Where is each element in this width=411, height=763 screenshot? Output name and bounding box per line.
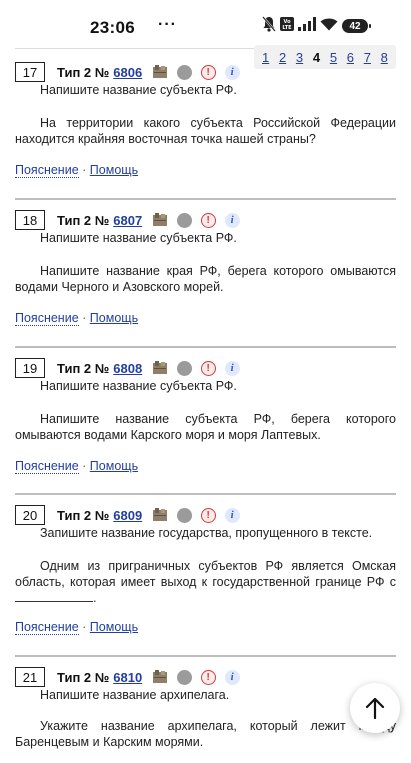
status-circle-icon[interactable]: [175, 359, 193, 377]
books-icon[interactable]: [151, 63, 169, 81]
task-header: Тип 2 № 6808 ! i: [57, 358, 241, 378]
battery-level: 42: [349, 20, 361, 32]
task-id-link[interactable]: 6807: [113, 213, 142, 228]
task-question: Одним из приграничных субъектов РФ являе…: [15, 558, 396, 606]
report-error-icon[interactable]: !: [199, 63, 217, 81]
task-question: Напишите название субъекта РФ, берега ко…: [15, 412, 396, 442]
task-number: 21: [15, 667, 45, 687]
books-icon[interactable]: [151, 506, 169, 524]
task-links: Пояснение · Помощь: [15, 311, 138, 326]
task-id-link[interactable]: 6808: [113, 361, 142, 376]
task-id-link[interactable]: 6810: [113, 670, 142, 685]
task-question-text: Одним из приграничных субъектов РФ являе…: [15, 559, 396, 589]
task-divider: [15, 655, 396, 657]
volte-icon: Vo LTE: [280, 16, 294, 36]
status-bar: 23:06 ··· Vo LTE 42: [0, 0, 411, 50]
help-link[interactable]: Помощь: [90, 311, 138, 325]
help-link[interactable]: Помощь: [90, 459, 138, 473]
wifi-icon: [320, 17, 338, 36]
task-instruction: Запишите название государства, пропущенн…: [40, 526, 373, 540]
help-link[interactable]: Помощь: [90, 620, 138, 634]
status-circle-icon[interactable]: [175, 211, 193, 229]
task-number: 17: [15, 62, 45, 82]
task-card: 20 Тип 2 № 6809 ! i Запишите название го…: [15, 493, 396, 653]
status-circle-icon[interactable]: [175, 668, 193, 686]
arrow-up-icon: [365, 697, 385, 719]
task-header: Тип 2 № 6806 ! i: [57, 62, 241, 82]
status-circle-icon[interactable]: [175, 506, 193, 524]
info-icon[interactable]: i: [223, 359, 241, 377]
info-icon[interactable]: i: [223, 506, 241, 524]
info-icon[interactable]: i: [223, 63, 241, 81]
task-header: Тип 2 № 6809 ! i: [57, 505, 241, 525]
task-card: 17 Тип 2 № 6806 ! i Напишите название су…: [15, 50, 396, 190]
bell-off-icon: [262, 15, 276, 37]
status-circle-icon[interactable]: [175, 63, 193, 81]
books-icon[interactable]: [151, 211, 169, 229]
svg-text:LTE: LTE: [282, 25, 292, 31]
task-type: Тип 2 №: [57, 507, 110, 523]
task-type: Тип 2 №: [57, 212, 110, 228]
answer-blank: [15, 590, 93, 602]
task-number: 18: [15, 210, 45, 230]
explanation-link[interactable]: Пояснение: [15, 459, 79, 474]
books-icon[interactable]: [151, 668, 169, 686]
task-divider: [15, 493, 396, 495]
task-card: 18 Тип 2 № 6807 ! i Напишите название су…: [15, 198, 396, 338]
scroll-to-top-button[interactable]: [350, 683, 400, 733]
task-card: 21 Тип 2 № 6810 ! i Напишите название ар…: [15, 655, 396, 763]
task-question: На территории какого субъекта Российской…: [15, 116, 396, 146]
task-instruction: Напишите название субъекта РФ.: [40, 379, 237, 393]
info-icon[interactable]: i: [223, 668, 241, 686]
task-links: Пояснение · Помощь: [15, 163, 138, 178]
task-type: Тип 2 №: [57, 64, 110, 80]
task-type: Тип 2 №: [57, 360, 110, 376]
explanation-link[interactable]: Пояснение: [15, 620, 79, 635]
report-error-icon[interactable]: !: [199, 359, 217, 377]
task-question: Напишите название края РФ, берега которо…: [15, 264, 396, 294]
link-separator: ·: [82, 311, 87, 325]
link-separator: ·: [82, 459, 87, 473]
task-question-end: .: [93, 591, 97, 605]
explanation-link[interactable]: Пояснение: [15, 163, 79, 178]
task-links: Пояснение · Помощь: [15, 459, 138, 474]
status-time: 23:06: [90, 18, 135, 37]
help-link[interactable]: Помощь: [90, 163, 138, 177]
task-header: Тип 2 № 6810 ! i: [57, 667, 241, 687]
status-dots: ···: [158, 16, 177, 33]
task-header: Тип 2 № 6807 ! i: [57, 210, 241, 230]
task-card: 19 Тип 2 № 6808 ! i Напишите название су…: [15, 346, 396, 486]
link-separator: ·: [82, 620, 87, 634]
signal-icon: [298, 16, 316, 36]
report-error-icon[interactable]: !: [199, 668, 217, 686]
battery-icon: 42: [342, 19, 371, 33]
task-type: Тип 2 №: [57, 669, 110, 685]
task-divider: [15, 198, 396, 200]
report-error-icon[interactable]: !: [199, 506, 217, 524]
task-id-link[interactable]: 6809: [113, 508, 142, 523]
task-question: Укажите название архипелага, который леж…: [15, 719, 396, 749]
task-instruction: Напишите название субъекта РФ.: [40, 231, 237, 245]
task-links: Пояснение · Помощь: [15, 620, 138, 635]
report-error-icon[interactable]: !: [199, 211, 217, 229]
info-icon[interactable]: i: [223, 211, 241, 229]
task-number: 20: [15, 505, 45, 525]
task-instruction: Напишите название субъекта РФ.: [40, 83, 237, 97]
link-separator: ·: [82, 163, 87, 177]
task-id-link[interactable]: 6806: [113, 65, 142, 80]
status-icons: Vo LTE 42: [262, 15, 371, 37]
task-instruction: Напишите название архипелага.: [40, 688, 230, 702]
books-icon[interactable]: [151, 359, 169, 377]
task-divider: [15, 346, 396, 348]
task-number: 19: [15, 358, 45, 378]
explanation-link[interactable]: Пояснение: [15, 311, 79, 326]
